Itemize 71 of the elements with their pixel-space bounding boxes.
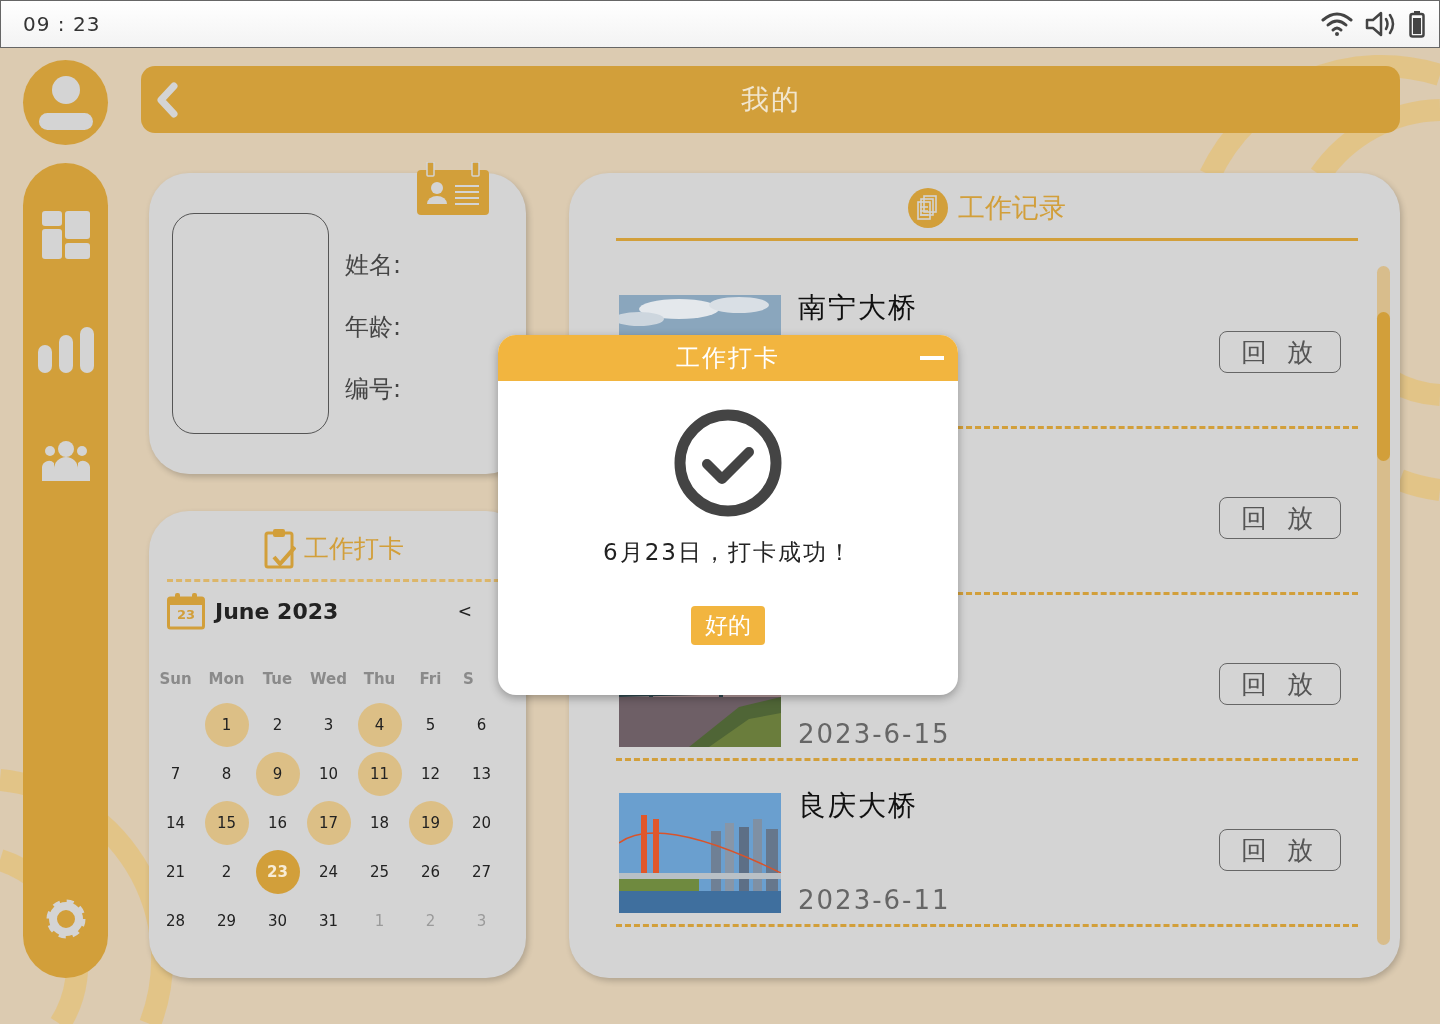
calendar-day[interactable]: 30 xyxy=(255,899,300,943)
calendar-day[interactable]: 26 xyxy=(408,850,453,894)
calendar-day[interactable]: 21 xyxy=(153,850,198,894)
wifi-icon xyxy=(1321,12,1353,36)
record-title: 良庆大桥 xyxy=(798,788,919,824)
calendar-day[interactable]: 13 xyxy=(459,752,504,796)
replay-button[interactable]: 回 放 xyxy=(1219,497,1341,539)
battery-icon xyxy=(1409,10,1425,38)
calendar-day[interactable]: 19 xyxy=(408,801,453,845)
calendar-day[interactable]: 24 xyxy=(306,850,351,894)
field-label: 姓名: xyxy=(345,250,402,281)
calendar-day[interactable]: 11 xyxy=(357,752,402,796)
calendar-day[interactable]: 2 xyxy=(204,850,249,894)
calendar-day[interactable]: 18 xyxy=(357,801,402,845)
field-label: 年龄: xyxy=(345,312,402,343)
clipboard-check-icon xyxy=(264,527,296,569)
prev-month-button[interactable]: < xyxy=(457,601,472,621)
documents-icon xyxy=(908,188,948,228)
calendar-day[interactable]: 28 xyxy=(153,899,198,943)
page-title: 我的 xyxy=(739,81,802,118)
calendar-day[interactable]: 12 xyxy=(408,752,453,796)
calendar-day[interactable]: 15 xyxy=(204,801,249,845)
calendar-day[interactable]: 27 xyxy=(459,850,504,894)
record-date: 2023-6-11 xyxy=(798,885,952,915)
calendar-day[interactable]: 2 xyxy=(255,703,300,747)
calendar-day[interactable]: 20 xyxy=(459,801,504,845)
calendar-day[interactable]: 16 xyxy=(255,801,300,845)
month-label: June 2023 xyxy=(215,598,340,624)
record-title: 南宁大桥 xyxy=(798,290,919,326)
calendar-icon xyxy=(167,592,205,630)
replay-button[interactable]: 回 放 xyxy=(1219,663,1341,705)
record-date: 2023-6-15 xyxy=(798,719,952,749)
weekday-label: Thu xyxy=(362,670,397,690)
records-title: 工作记录 xyxy=(958,191,1066,225)
calendar-day[interactable]: 9 xyxy=(255,752,300,796)
status-time: 09 : 23 xyxy=(23,12,101,36)
check-circle-icon xyxy=(674,409,782,517)
people-icon[interactable] xyxy=(41,441,90,481)
calendar-day[interactable]: 6 xyxy=(459,703,504,747)
weekday-label: Sun xyxy=(158,670,193,690)
dialog-message: 6月23日，打卡成功！ xyxy=(603,538,853,567)
minimize-icon[interactable] xyxy=(920,356,944,360)
calendar-day[interactable]: 8 xyxy=(204,752,249,796)
bar-chart-icon[interactable] xyxy=(37,327,94,373)
calendar-day[interactable]: 29 xyxy=(204,899,249,943)
field-label: 编号: xyxy=(345,374,402,405)
calendar-title: 工作打卡 xyxy=(304,532,404,565)
calendar-day[interactable]: 25 xyxy=(357,850,402,894)
replay-button[interactable]: 回 放 xyxy=(1219,829,1341,871)
calendar-icon-date: 23 xyxy=(175,608,197,622)
calendar-day[interactable]: 5 xyxy=(408,703,453,747)
calendar-day[interactable]: 10 xyxy=(306,752,351,796)
speaker-icon xyxy=(1365,11,1397,37)
dashboard-icon[interactable] xyxy=(41,211,90,259)
dialog-title: 工作打卡 xyxy=(676,343,780,374)
calendar-day[interactable]: 4 xyxy=(357,703,402,747)
calendar-day[interactable]: 17 xyxy=(306,801,351,845)
user-icon xyxy=(38,75,93,130)
calendar-day[interactable]: 7 xyxy=(153,752,198,796)
weekday-label: Mon xyxy=(207,670,246,690)
calendar-day[interactable]: 3 xyxy=(306,703,351,747)
replay-button[interactable]: 回 放 xyxy=(1219,331,1341,373)
weekday-label: Fri xyxy=(418,670,443,690)
weekday-label: Tue xyxy=(261,670,294,690)
back-icon xyxy=(155,82,179,118)
scrollbar-thumb[interactable] xyxy=(1377,312,1390,461)
weekday-label: Wed xyxy=(309,670,348,690)
weekday-label: S xyxy=(462,670,475,690)
calendar-day[interactable]: 14 xyxy=(153,801,198,845)
calendar-day[interactable]: 1 xyxy=(204,703,249,747)
calendar-day[interactable]: 31 xyxy=(306,899,351,943)
